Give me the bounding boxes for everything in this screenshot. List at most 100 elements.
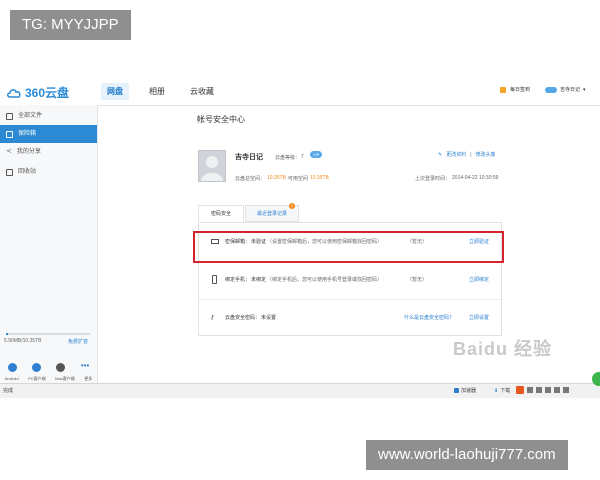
sidebar-item-recycle-bin[interactable]: 回收站 bbox=[0, 163, 97, 181]
user-menu[interactable]: 吉寺日记 ▾ bbox=[545, 86, 586, 93]
client-label: 更多 bbox=[84, 376, 93, 381]
sidebar: 全部文件 保险箱 ≺ 我的分享 回收站 5.90MB/10.35TB 免费扩容 … bbox=[0, 105, 98, 383]
expand-storage-link[interactable]: 免费扩容 bbox=[68, 338, 88, 345]
android-icon[interactable] bbox=[7, 363, 17, 372]
sidebar-item-all-files[interactable]: 全部文件 bbox=[0, 107, 97, 125]
browser-status-bar: 完成 加速器 ⬇ 下载 bbox=[0, 383, 600, 398]
set-password-link[interactable]: 立即设置 bbox=[469, 314, 489, 321]
checkin-button[interactable]: 每日签到 bbox=[500, 86, 530, 93]
page-title: 帐号安全中心 bbox=[197, 115, 245, 124]
status-text: 完成 bbox=[3, 388, 14, 394]
row-label: 绑定手机： bbox=[225, 277, 251, 283]
storage-bar-fill bbox=[6, 333, 8, 335]
edit-info-link[interactable]: 更改资料 bbox=[446, 151, 466, 158]
vip-badge: VIP bbox=[310, 151, 323, 158]
checkin-icon bbox=[500, 86, 506, 93]
avatar[interactable] bbox=[198, 150, 226, 182]
profile-name: 吉寺日记 bbox=[235, 154, 263, 161]
last-login-label: 上次登录时间： bbox=[415, 176, 451, 182]
notification-badge: 1 bbox=[289, 203, 295, 209]
more-icon[interactable]: ••• bbox=[81, 362, 89, 372]
sidebar-item-my-shares[interactable]: ≺ 我的分享 bbox=[0, 143, 97, 161]
main-content: 帐号安全中心 吉寺日记 云盘等级： 7 VIP ✎ 更改资料 | 修改头像 云盘… bbox=[98, 105, 600, 383]
bind-phone-link[interactable]: 立即绑定 bbox=[469, 276, 489, 283]
tray-icon[interactable] bbox=[536, 387, 542, 393]
free-label: 可用空间 bbox=[287, 176, 308, 182]
tray-icon[interactable] bbox=[545, 387, 551, 393]
sidebar-item-label: 全部文件 bbox=[18, 113, 43, 119]
vip-cloud-icon bbox=[545, 86, 557, 93]
tab-password-security[interactable]: 密码安全 bbox=[198, 205, 244, 222]
row-text: 绑定手机： 未绑定 （绑定手机后，您可以使用手机号登录或找回密码） bbox=[225, 276, 382, 283]
client-label: PC客户端 bbox=[28, 376, 46, 381]
baidu-watermark: Baidu 经验 bbox=[453, 339, 553, 359]
divider: | bbox=[470, 151, 472, 158]
space-total: 10.35TB bbox=[267, 175, 286, 181]
share-icon: ≺ bbox=[6, 148, 12, 155]
floating-widget-icon[interactable] bbox=[592, 372, 600, 386]
sidebar-item-label: 我的分享 bbox=[16, 149, 41, 155]
key-icon: ⚷ bbox=[210, 315, 215, 321]
storage-usage: 5.90MB/10.35TB bbox=[4, 338, 42, 344]
tray-icons bbox=[516, 386, 569, 394]
client-icons: ••• bbox=[0, 362, 97, 372]
last-login-time: 2014-04-22 10:30:59 bbox=[452, 175, 499, 181]
row-desc: （绑定手机后，您可以使用手机号登录或找回密码） bbox=[267, 277, 383, 283]
safe-icon bbox=[6, 130, 13, 138]
tray-icon[interactable] bbox=[563, 387, 569, 393]
apple-icon[interactable] bbox=[56, 363, 66, 372]
sogou-icon[interactable] bbox=[516, 386, 524, 394]
tray-icon[interactable] bbox=[554, 387, 560, 393]
tab-album[interactable]: 相册 bbox=[143, 83, 171, 100]
what-is-disk-password-link[interactable]: 什么是云盘安全密码？ bbox=[404, 314, 454, 321]
sidebar-item-label: 保险箱 bbox=[18, 131, 37, 137]
row-level: （暂无） bbox=[407, 277, 428, 283]
space-info: 云盘总空间： 10.35TB 可用空间 10.35TB bbox=[235, 175, 329, 182]
storage-bar bbox=[6, 333, 90, 335]
pc-client-icon[interactable] bbox=[32, 363, 42, 372]
level-label: 云盘等级： bbox=[275, 155, 301, 161]
bottom-watermark: www.world-laohuji777.com bbox=[366, 440, 568, 470]
row-label: 云盘安全密码： bbox=[225, 315, 261, 321]
edit-avatar-link[interactable]: 修改头像 bbox=[476, 151, 496, 158]
accelerator-button[interactable]: 加速器 bbox=[454, 387, 476, 394]
level-value: 7 bbox=[301, 154, 304, 160]
client-label: Mac客户端 bbox=[55, 376, 75, 381]
logo-text: 360云盘 bbox=[25, 86, 70, 100]
row-status: 未绑定 bbox=[251, 277, 267, 283]
user-silhouette-icon bbox=[201, 156, 223, 181]
folder-icon bbox=[6, 112, 13, 120]
space-label: 云盘总空间： bbox=[235, 176, 266, 182]
tray-icon[interactable] bbox=[527, 387, 533, 393]
client-label: Android bbox=[4, 376, 19, 381]
app-header: 360云盘 网盘 相册 云收藏 每日签到 吉寺日记 ▾ bbox=[0, 78, 600, 106]
security-row-disk-password: ⚷ 云盘安全密码： 未设置 什么是云盘安全密码？ 立即设置 bbox=[199, 299, 501, 337]
accelerator-label: 加速器 bbox=[461, 388, 477, 394]
download-icon: ⬇ bbox=[494, 387, 499, 394]
download-label: 下载 bbox=[500, 388, 511, 394]
last-login: 上次登录时间： 2014-04-22 10:30:59 bbox=[415, 175, 498, 182]
security-tabs: 密码安全 最近登录记录 1 bbox=[198, 203, 502, 223]
top-watermark: TG: MYYJJPP bbox=[10, 10, 131, 40]
profile-actions: ✎ 更改资料 | 修改头像 bbox=[438, 151, 496, 159]
client-labels: Android PC客户端 Mac客户端 更多 bbox=[0, 376, 97, 382]
cloud-icon bbox=[7, 89, 21, 98]
space-free: 10.35TB bbox=[309, 175, 329, 181]
security-row-phone: 绑定手机： 未绑定 （绑定手机后，您可以使用手机号登录或找回密码） （暂无） 立… bbox=[199, 261, 501, 300]
trash-icon bbox=[6, 168, 13, 176]
row-text: 云盘安全密码： 未设置 bbox=[225, 314, 276, 321]
tab-favorites[interactable]: 云收藏 bbox=[184, 83, 220, 100]
download-button[interactable]: ⬇ 下载 bbox=[494, 387, 511, 395]
app-logo[interactable]: 360云盘 bbox=[6, 84, 69, 101]
chevron-down-icon: ▾ bbox=[583, 86, 586, 93]
phone-icon bbox=[212, 275, 217, 284]
accelerator-icon bbox=[454, 388, 459, 393]
user-name: 吉寺日记 bbox=[560, 87, 581, 93]
row-status: 未设置 bbox=[261, 315, 277, 321]
highlight-box bbox=[193, 231, 504, 263]
checkin-label: 每日签到 bbox=[510, 87, 531, 93]
sidebar-item-label: 回收站 bbox=[18, 169, 37, 175]
tab-netdisk[interactable]: 网盘 bbox=[101, 83, 129, 100]
pencil-icon: ✎ bbox=[438, 151, 443, 158]
sidebar-item-safe-box[interactable]: 保险箱 bbox=[0, 125, 97, 143]
